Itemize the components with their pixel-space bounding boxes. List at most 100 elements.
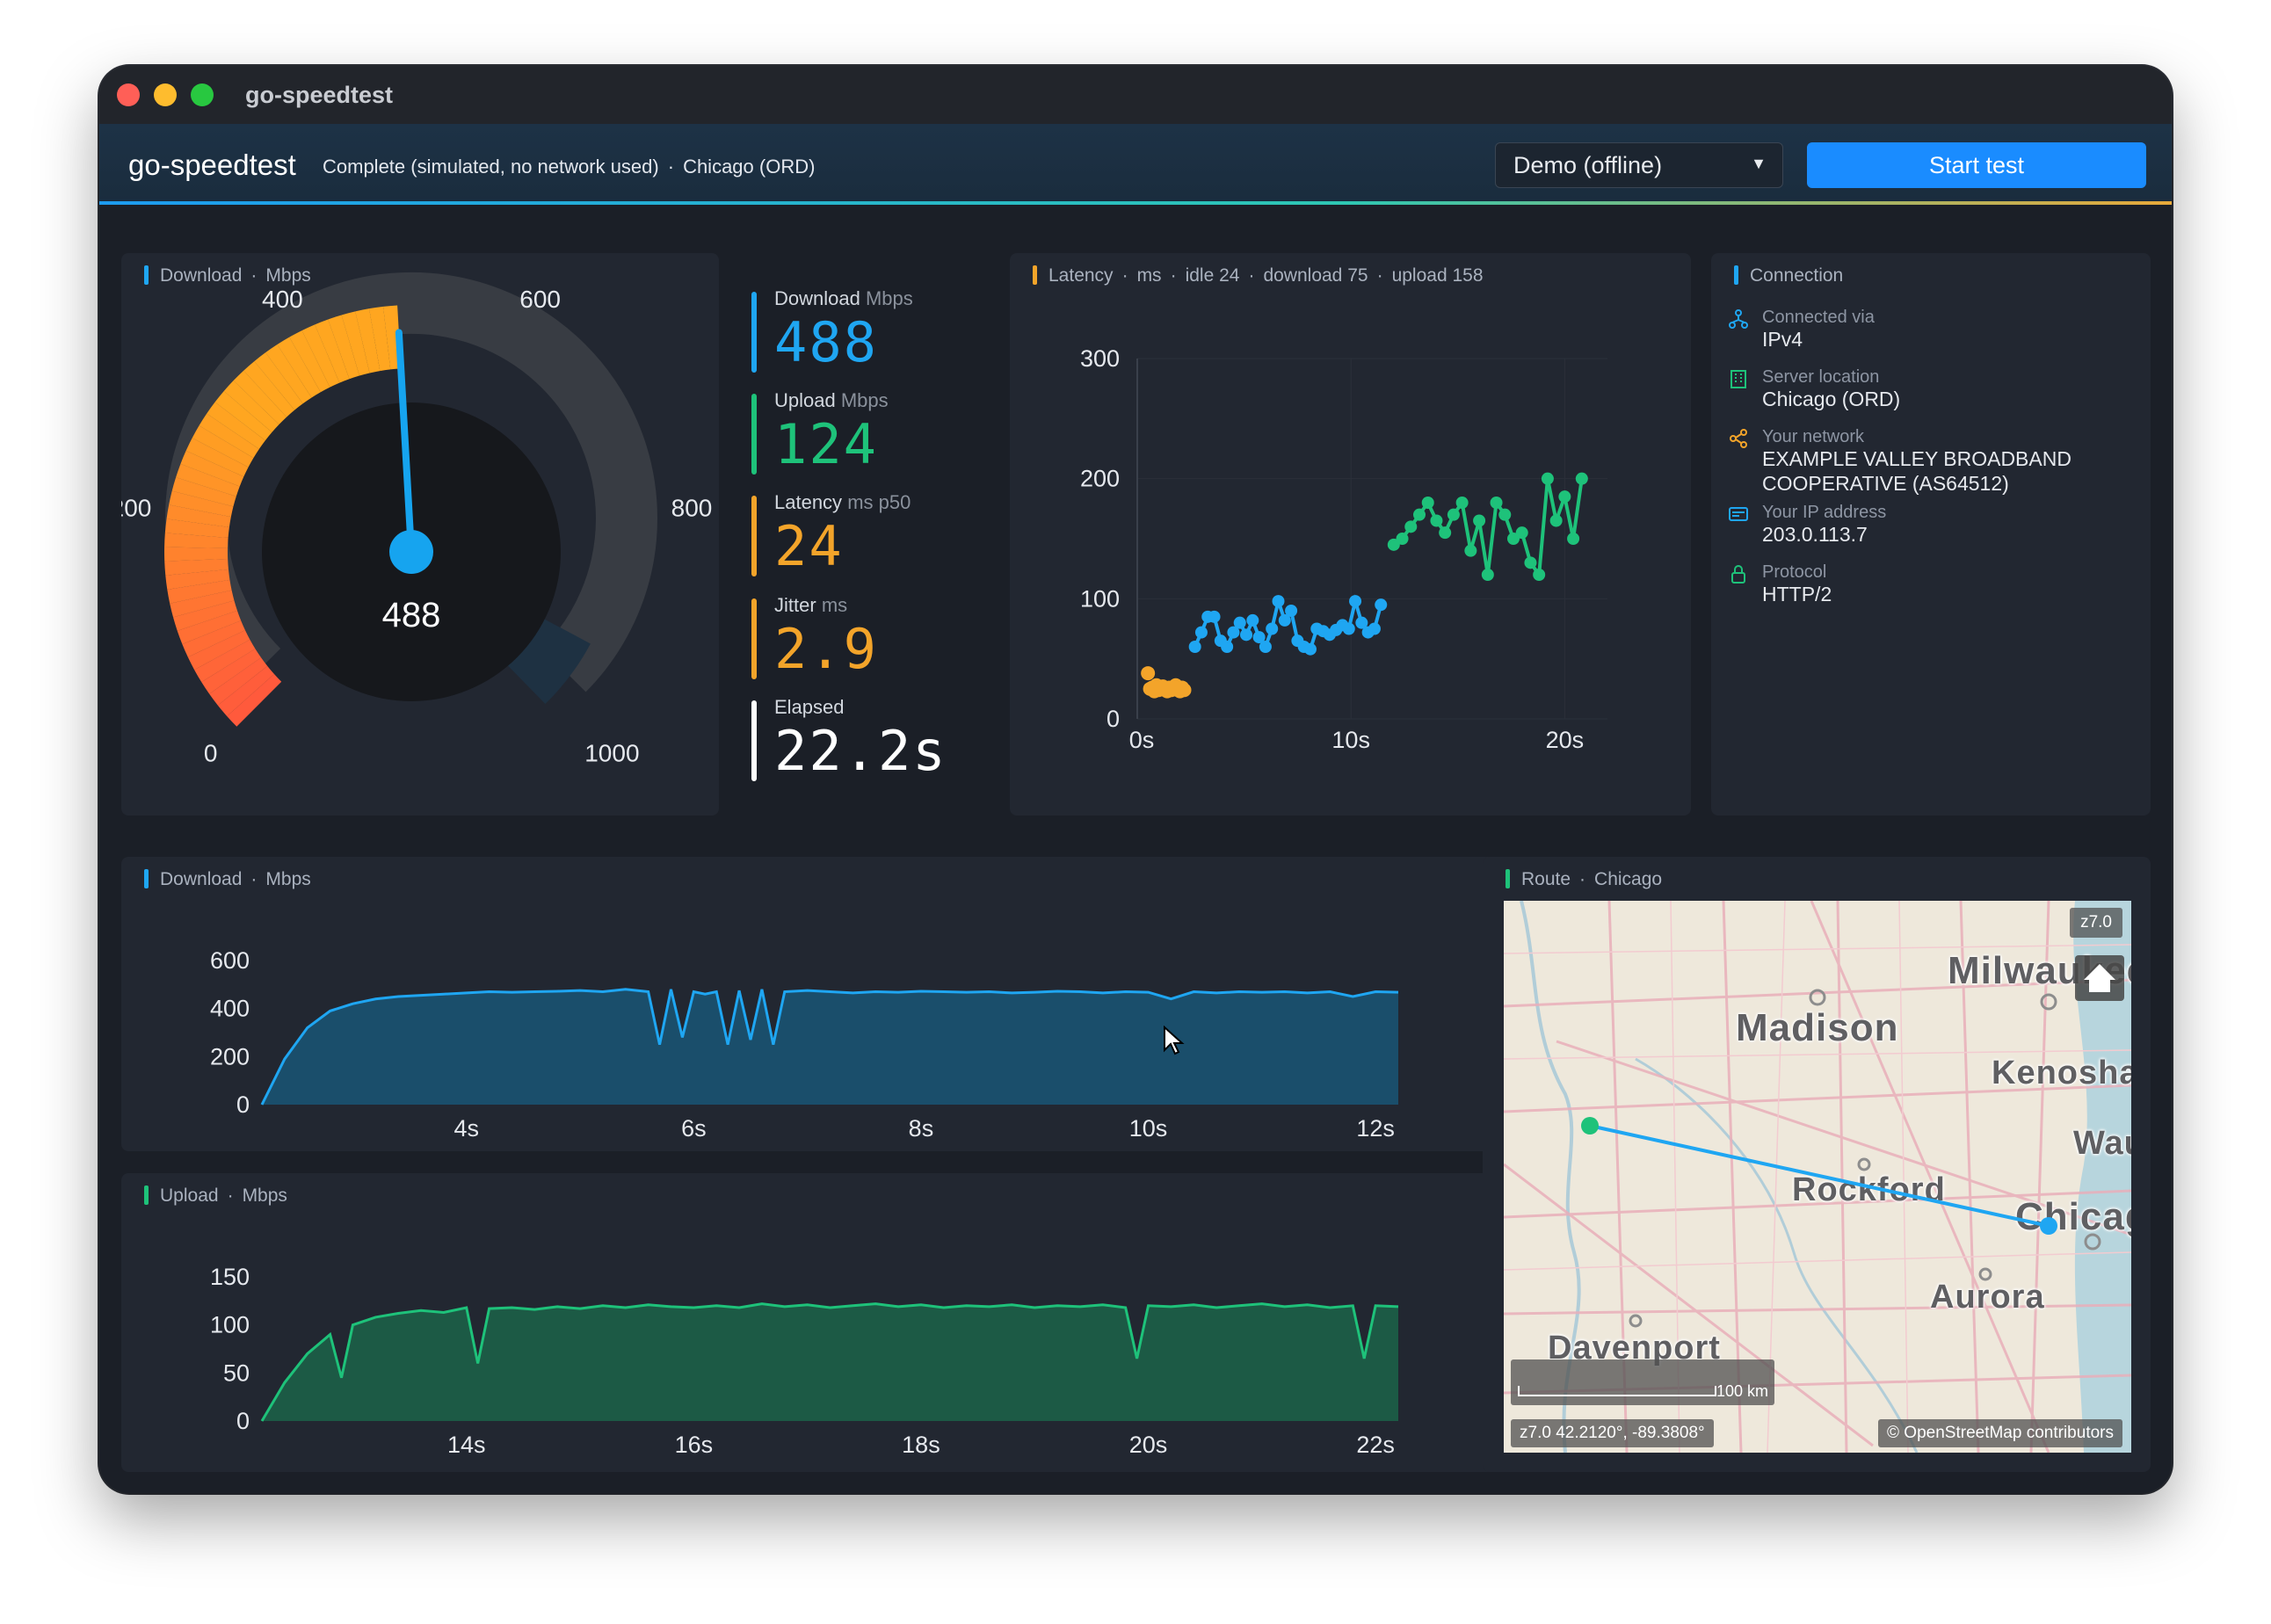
data-point-download: [1375, 598, 1388, 612]
gauge-fill-segment: [164, 518, 229, 539]
route-line: [1589, 1124, 2050, 1228]
gauge-fill-segment: [170, 590, 235, 618]
data-point-download: [1233, 616, 1246, 629]
data-point-upload: [1464, 544, 1477, 557]
series-line-upload: [1392, 478, 1584, 580]
gauge-fill-segment: [315, 319, 350, 383]
connection-label: Server location: [1762, 367, 1880, 387]
gauge-fill-segment: [165, 569, 230, 590]
gauge-fill-segment: [177, 610, 242, 644]
home-button[interactable]: [2075, 955, 2124, 1001]
data-point-download: [1221, 641, 1234, 653]
data-point-upload: [1567, 533, 1580, 545]
gauge-fill-segment: [187, 629, 250, 671]
data-point-upload: [1473, 514, 1486, 527]
metric-jitter: Jitter ms 2.9: [751, 594, 980, 682]
gauge-tick-label: 800: [671, 494, 713, 521]
test-status: Complete (simulated, no network used): [323, 156, 659, 178]
metric-color-bar: [751, 292, 757, 373]
y-tick-label: 0: [236, 1408, 250, 1434]
connection-value: 203.0.113.7: [1762, 523, 1868, 546]
gauge-fill-segment: [171, 477, 236, 507]
area-fill: [262, 989, 1398, 1105]
data-point-upload: [1549, 514, 1563, 527]
connection-panel-title: Connection: [1734, 265, 1843, 286]
mode-select[interactable]: Demo (offline) ▼: [1495, 142, 1783, 188]
gauge-fill-segment: [254, 352, 303, 410]
gauge-fill-segment: [194, 639, 256, 683]
x-tick-label: 20s: [1129, 1432, 1168, 1458]
metric-label: Latency ms p50: [774, 491, 911, 513]
header-accent-line: [99, 201, 2172, 205]
gauge-value: 488: [382, 596, 441, 634]
gauge-tick-label: 1000: [584, 739, 639, 766]
app-header: go-speedtest Complete (simulated, no net…: [99, 124, 2172, 205]
start-test-button[interactable]: Start test: [1807, 142, 2146, 188]
data-point-upload: [1490, 497, 1503, 509]
data-point-download: [1259, 641, 1272, 653]
mouse-cursor-icon: [1164, 1026, 1185, 1055]
data-point-upload: [1439, 526, 1452, 540]
y-tick-label: 600: [210, 947, 250, 974]
x-tick-label: 12s: [1356, 1115, 1395, 1142]
metric-value: 488: [774, 310, 878, 374]
y-tick-label: 200: [210, 1043, 250, 1069]
gauge-tick-label: 200: [121, 494, 151, 521]
data-point-upload: [1430, 514, 1443, 527]
data-point-download: [1188, 641, 1201, 653]
connection-label: Your IP address: [1762, 503, 1887, 522]
close-window-button[interactable]: [117, 83, 140, 106]
minimize-window-button[interactable]: [154, 83, 177, 106]
data-point-download: [1285, 605, 1298, 617]
gauge-tick-label: 600: [519, 286, 561, 313]
gauge-fill-segment: [217, 665, 275, 716]
status-text: Complete (simulated, no network used) · Ch…: [323, 156, 816, 178]
area-fill: [262, 1303, 1398, 1421]
data-point-upload: [1558, 490, 1571, 504]
data-point-upload: [1498, 508, 1512, 521]
connection-label: Protocol: [1762, 562, 1827, 582]
zoom-badge: z7.0: [2070, 908, 2122, 938]
gauge-fill-segment: [169, 490, 234, 518]
latency-panel: Latency · ms · idle 24 · download 75 · upload 15…: [1010, 253, 1691, 816]
data-point-download: [1342, 622, 1355, 635]
map-attribution[interactable]: © OpenStreetMap contributors: [1878, 1419, 2122, 1447]
data-point-download: [1266, 622, 1279, 635]
route-map[interactable]: Madison Milwaukee Kenosha Wau Rockford C…: [1504, 901, 2131, 1453]
data-point-upload: [1447, 508, 1460, 521]
data-point-download: [1194, 626, 1208, 639]
gauge-fill-segment: [199, 413, 259, 459]
metric-color-bar: [751, 598, 757, 679]
gauge-fill-segment: [369, 306, 391, 372]
connection-value: EXAMPLE VALLEY BROADBAND COOPERATIVE (AS…: [1762, 447, 2071, 495]
origin-marker: [1581, 1117, 1599, 1135]
y-tick-label: 50: [223, 1359, 250, 1386]
connection-value: Chicago (ORD): [1762, 388, 1901, 410]
gauge-needle-hub: [389, 530, 433, 574]
maximize-window-button[interactable]: [191, 83, 214, 106]
route-panel-title: Route · Chicago: [1506, 869, 1662, 890]
x-tick-label: 16s: [675, 1432, 714, 1458]
upload-chart: 0 50 100 150 14s 16s 18s 20s 22s: [210, 1264, 1399, 1458]
x-tick-label: 8s: [909, 1115, 934, 1142]
network-icon: [1729, 309, 1748, 329]
data-point-idle: [1177, 683, 1192, 698]
data-point-upload: [1413, 508, 1426, 521]
gauge-fill-segment: [355, 308, 381, 373]
scale-bar: 100 km: [1511, 1359, 1774, 1405]
data-point-upload: [1533, 569, 1546, 581]
data-point-download: [1272, 595, 1285, 608]
gauge-fill-segment: [341, 311, 370, 376]
data-point-download: [1368, 622, 1381, 635]
download-panel: Download · Mbps 0 200 400 600 4s 6s 8s 10s 12s: [121, 857, 1563, 1151]
destination-marker: [2040, 1217, 2057, 1235]
x-tick-label: 10s: [1331, 727, 1370, 753]
map-coordinates: z7.0 42.2120°, -89.3808°: [1511, 1419, 1714, 1447]
data-point-idle: [1141, 666, 1156, 681]
gauge-fill-segment: [166, 504, 231, 528]
x-tick-label: 0s: [1129, 727, 1155, 753]
metric-elapsed: Elapsed 22.2s: [751, 696, 980, 784]
data-point-upload: [1481, 569, 1494, 581]
data-point-upload: [1421, 497, 1434, 509]
data-point-download: [1208, 610, 1221, 623]
